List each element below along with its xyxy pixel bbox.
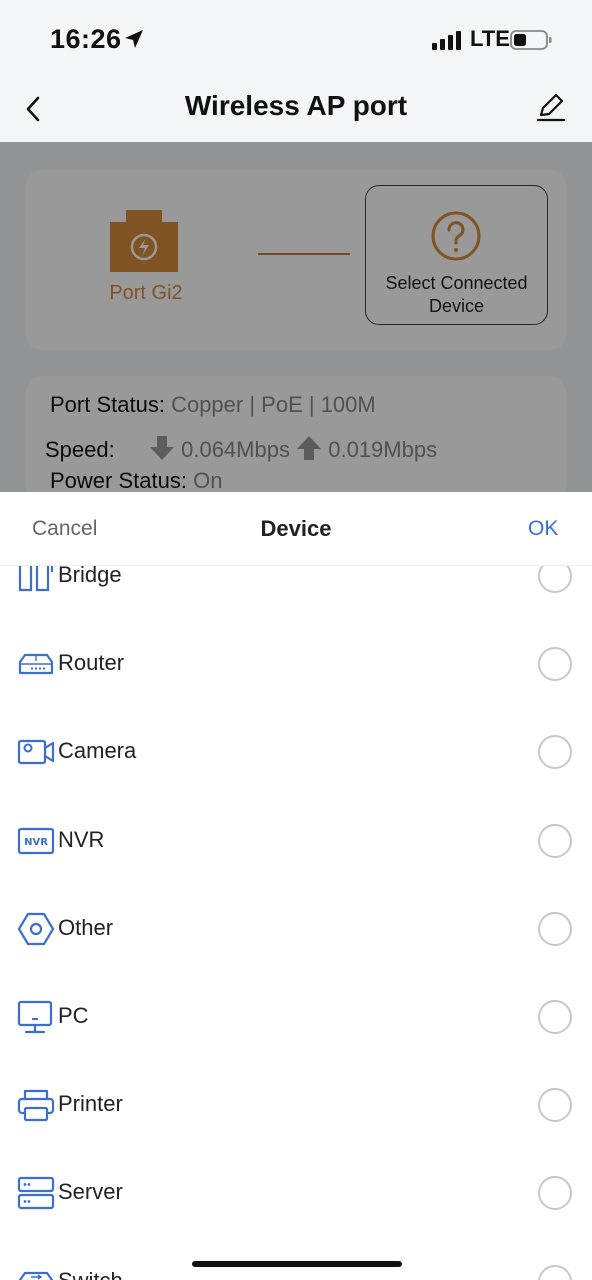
radio-button[interactable] (538, 823, 572, 858)
device-option-nvr[interactable]: NVR NVR (0, 797, 592, 885)
device-label: Other (58, 914, 114, 940)
nvr-icon: NVR (17, 827, 55, 854)
page-title: Wireless AP port (184, 90, 408, 121)
device-option-camera[interactable]: Camera (0, 708, 592, 796)
device-picker-sheet: Cancel Device OK Bridge Router Camera NV… (0, 492, 592, 1280)
device-label: Switch (58, 1267, 123, 1280)
server-icon (17, 1177, 55, 1210)
sheet-title: Device (260, 516, 332, 541)
other-icon (17, 912, 55, 945)
home-indicator[interactable] (192, 1261, 402, 1267)
device-option-printer[interactable]: Printer (0, 1061, 592, 1149)
device-label: Printer (58, 1091, 123, 1117)
device-label: Server (58, 1179, 123, 1205)
radio-button[interactable] (538, 999, 572, 1034)
device-option-switch[interactable]: Switch (0, 1238, 592, 1280)
device-label: Camera (58, 738, 137, 764)
radio-button[interactable] (538, 1264, 572, 1280)
radio-button[interactable] (538, 1088, 572, 1123)
svg-text:NVR: NVR (24, 837, 48, 848)
switch-icon (18, 1271, 54, 1280)
sheet-header: Cancel Device OK (0, 492, 592, 566)
network-type: LTE (470, 26, 510, 51)
radio-button[interactable] (538, 911, 572, 946)
radio-button[interactable] (538, 1176, 572, 1211)
battery-icon (510, 30, 552, 50)
radio-button[interactable] (538, 735, 572, 770)
cellular-signal-icon (432, 31, 461, 50)
device-option-router[interactable]: Router (0, 620, 592, 708)
device-label: PC (58, 1002, 89, 1028)
location-arrow-icon (125, 30, 143, 48)
device-option-server[interactable]: Server (0, 1149, 592, 1237)
pc-icon (17, 1000, 53, 1034)
modal-overlay[interactable] (0, 142, 592, 492)
ok-button[interactable]: OK (528, 517, 558, 541)
device-option-pc[interactable]: PC (0, 973, 592, 1061)
nav-bar: Wireless AP port (0, 78, 592, 142)
device-label: Router (58, 650, 125, 676)
device-option-other[interactable]: Other (0, 885, 592, 973)
printer-icon (17, 1090, 55, 1122)
status-bar: 16:26 LTE (0, 0, 592, 78)
camera-icon (17, 740, 55, 765)
edit-pencil-icon[interactable] (534, 90, 568, 124)
router-icon (18, 654, 54, 675)
status-time: 16:26 (50, 24, 122, 54)
device-list: Bridge Router Camera NVR NVR Other PC Pr… (0, 532, 592, 1280)
radio-button[interactable] (538, 647, 572, 682)
device-label: NVR (58, 826, 105, 852)
